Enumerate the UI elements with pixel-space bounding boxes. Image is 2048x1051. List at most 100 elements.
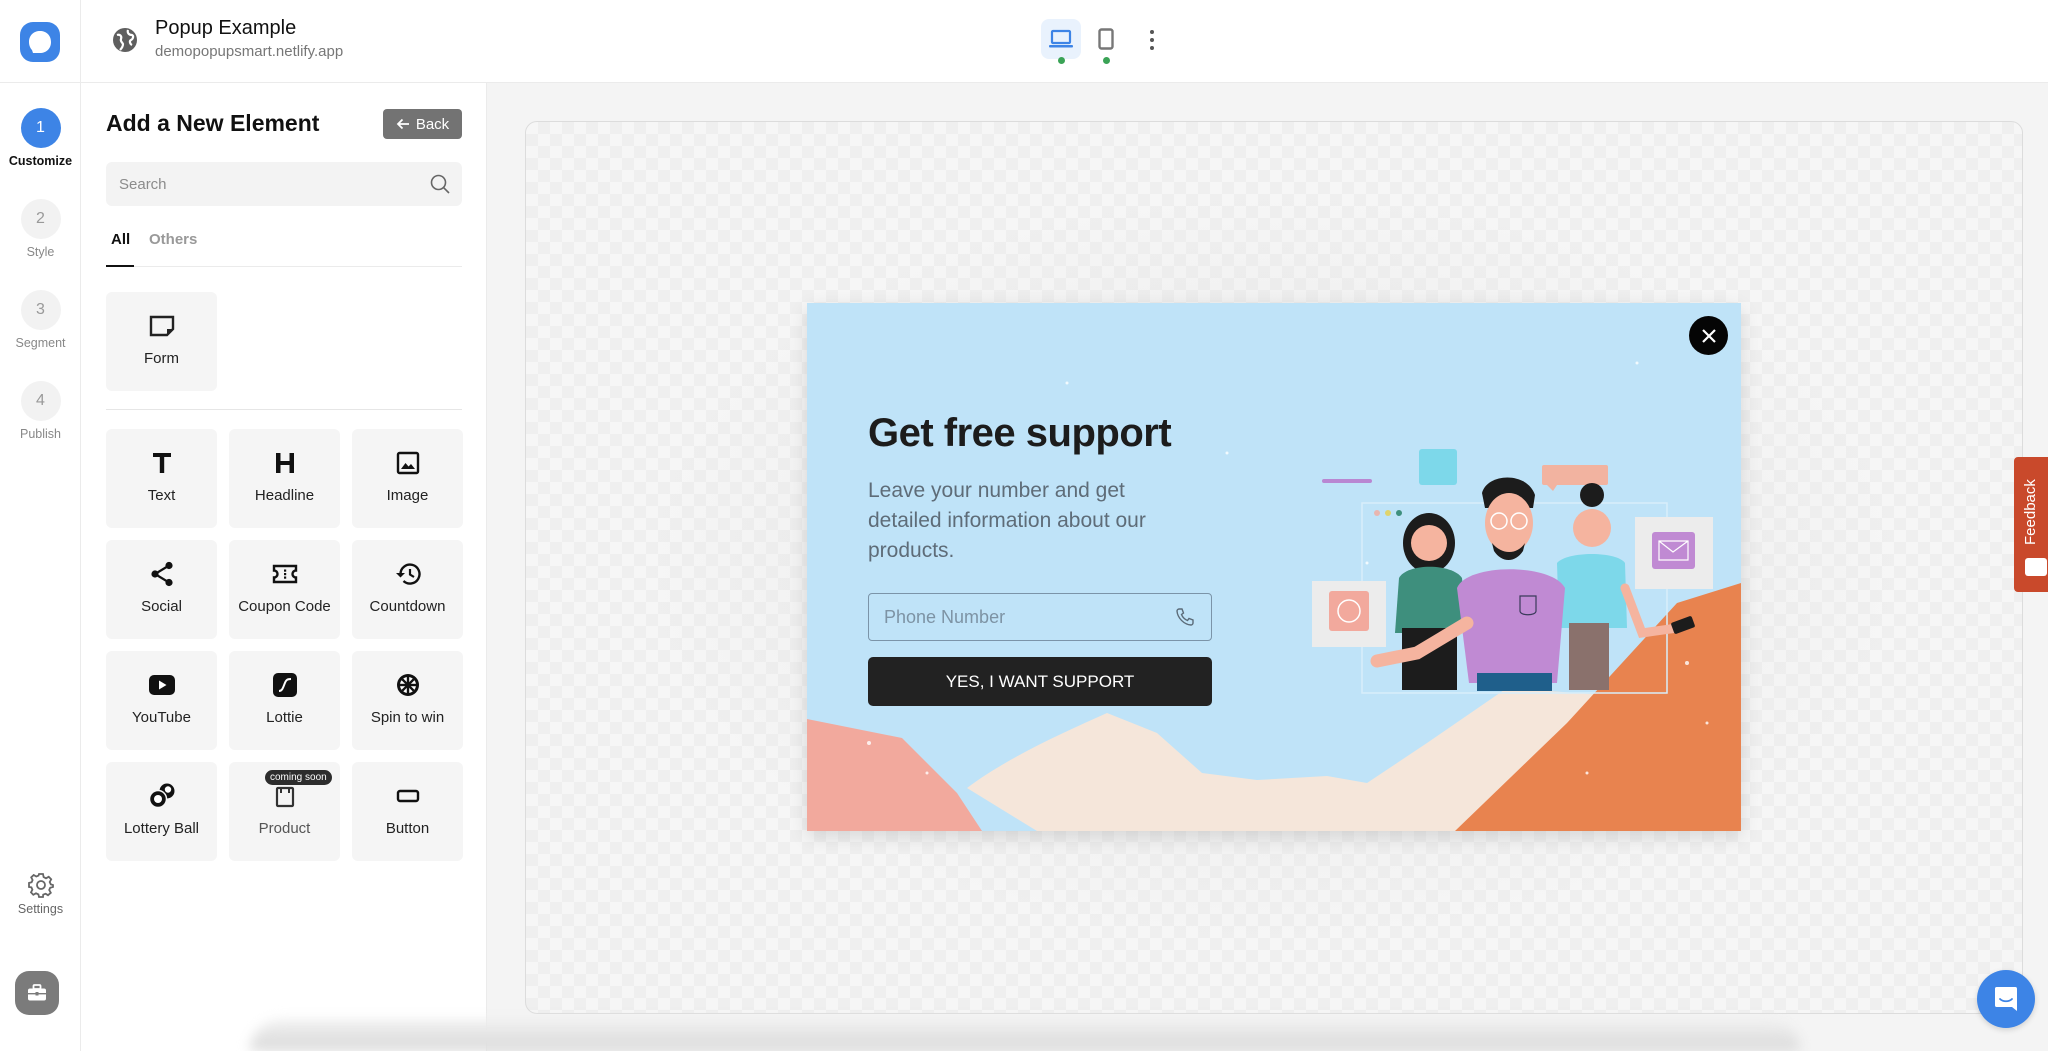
element-card-form[interactable]: Form: [106, 292, 217, 391]
step-number: 2: [20, 199, 61, 239]
popup-description[interactable]: Leave your number and get detailed infor…: [868, 476, 1188, 566]
popup-preview[interactable]: Get free support Leave your number and g…: [807, 303, 1741, 831]
popup-headline[interactable]: Get free support: [868, 411, 1172, 456]
panel-title: Add a New Element: [106, 110, 320, 136]
element-label: Headline: [254, 487, 315, 504]
mobile-preview-button[interactable]: [1086, 19, 1126, 64]
element-label: Text: [147, 487, 176, 504]
element-card-spin-to-win[interactable]: Spin to win: [352, 651, 463, 750]
close-icon: [1701, 328, 1716, 343]
search-input[interactable]: [106, 162, 406, 206]
step-style[interactable]: 2 Style: [0, 199, 81, 259]
step-number: 1: [20, 108, 61, 148]
product-icon: [270, 781, 300, 811]
element-card-headline[interactable]: Headline: [229, 429, 340, 528]
canvas-bottom-shadow: [250, 1020, 1800, 1051]
element-card-product[interactable]: Product coming soon: [229, 762, 340, 861]
element-label: Form: [144, 350, 179, 367]
dot: [1150, 38, 1154, 42]
dot: [1150, 46, 1154, 50]
ticket-icon: [270, 559, 300, 589]
element-tabs: All Others: [106, 231, 462, 267]
dot: [1150, 30, 1154, 34]
feedback-label: Feedback: [2022, 479, 2039, 545]
search-icon[interactable]: [429, 173, 451, 195]
more-options-button[interactable]: [1141, 27, 1163, 53]
phone-icon: [1176, 608, 1194, 626]
element-label: Coupon Code: [238, 598, 331, 615]
desktop-status-dot: [1058, 57, 1065, 64]
element-label: Lottery Ball: [123, 820, 200, 837]
search-box: [106, 162, 462, 206]
workspace-button[interactable]: [15, 971, 59, 1015]
youtube-icon: [147, 670, 177, 700]
tab-all[interactable]: All: [106, 231, 134, 267]
step-segment[interactable]: 3 Segment: [0, 290, 81, 350]
history-icon: [393, 559, 423, 589]
step-number: 3: [20, 290, 61, 330]
element-card-youtube[interactable]: YouTube: [106, 651, 217, 750]
element-card-image[interactable]: Image: [352, 429, 463, 528]
popupsmart-logo[interactable]: [20, 21, 60, 62]
submit-support-button[interactable]: YES, I WANT SUPPORT: [868, 657, 1212, 706]
chat-icon: [1995, 987, 2017, 1011]
settings-button[interactable]: Settings: [0, 872, 81, 916]
step-number: 4: [20, 381, 61, 421]
back-label: Back: [415, 115, 450, 133]
arrow-left-icon: [396, 118, 409, 130]
element-card-social[interactable]: Social: [106, 540, 217, 639]
gear-icon: [27, 873, 54, 898]
logo-cell: [0, 0, 81, 83]
feedback-tab[interactable]: Feedback: [2014, 457, 2048, 592]
element-label: Social: [141, 598, 182, 615]
step-customize[interactable]: 1 Customize: [0, 108, 81, 168]
mobile-status-dot: [1103, 57, 1110, 64]
settings-label: Settings: [17, 902, 64, 916]
logo-bubble-icon: [29, 30, 51, 53]
popup-close-button[interactable]: [1689, 316, 1728, 355]
element-card-text[interactable]: Text: [106, 429, 217, 528]
form-icon: [147, 311, 177, 341]
step-publish[interactable]: 4 Publish: [0, 381, 81, 441]
element-card-lottery-ball[interactable]: Lottery Ball: [106, 762, 217, 861]
step-navigation: 1 Customize 2 Style 3 Segment 4 Publish …: [0, 83, 81, 1051]
element-label: Lottie: [266, 709, 303, 726]
briefcase-icon: [28, 984, 46, 1001]
smartphone-icon: [1098, 28, 1114, 50]
image-icon: [393, 448, 423, 478]
element-label: Image: [386, 487, 429, 504]
coming-soon-badge: coming soon: [265, 770, 332, 785]
step-label: Publish: [20, 427, 61, 441]
team-illustration: [1312, 449, 1713, 694]
lottie-icon: [270, 670, 300, 700]
add-element-panel: Add a New Element Back All Others Form: [81, 83, 487, 1051]
phone-number-field: [868, 593, 1212, 641]
step-label: Segment: [15, 336, 66, 350]
desktop-preview-button[interactable]: [1041, 19, 1081, 64]
element-card-lottie[interactable]: Lottie: [229, 651, 340, 750]
back-button[interactable]: Back: [383, 109, 462, 139]
headline-icon: [270, 448, 300, 478]
section-divider: [106, 409, 462, 410]
site-title: Popup Example: [155, 17, 297, 39]
element-card-countdown[interactable]: Countdown: [352, 540, 463, 639]
element-label: Button: [385, 820, 430, 837]
feedback-face-icon: [2025, 558, 2047, 576]
laptop-icon: [1049, 29, 1073, 48]
step-label: Style: [26, 245, 55, 259]
site-url[interactable]: demopopupsmart.netlify.app: [155, 43, 343, 60]
element-card-button[interactable]: Button: [352, 762, 463, 861]
element-label: Spin to win: [370, 709, 445, 726]
lottery-ball-icon: [147, 781, 177, 811]
tab-others[interactable]: Others: [149, 231, 197, 267]
element-card-coupon-code[interactable]: Coupon Code: [229, 540, 340, 639]
app: Popup Example demopopupsmart.netlify.app…: [0, 0, 2048, 1051]
element-label: Product: [258, 820, 311, 837]
phone-number-input[interactable]: [869, 594, 1159, 640]
element-label: Countdown: [369, 598, 446, 615]
step-label: Customize: [8, 154, 73, 168]
top-bar: Popup Example demopopupsmart.netlify.app: [0, 0, 2048, 83]
share-icon: [147, 559, 177, 589]
chat-launcher-button[interactable]: [1977, 970, 2035, 1028]
globe-icon: [113, 28, 137, 52]
